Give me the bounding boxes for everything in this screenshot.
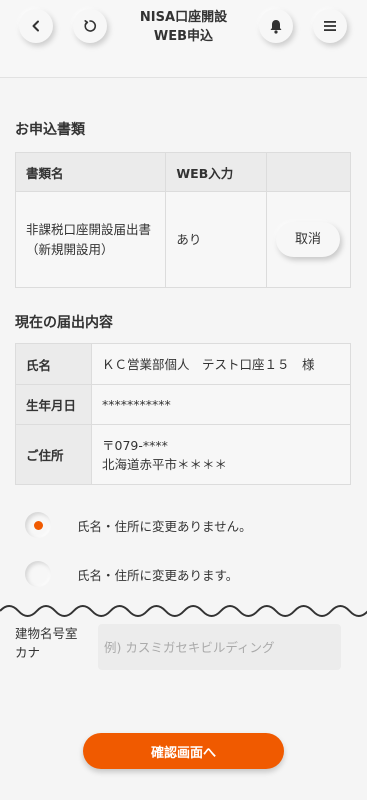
- has-change-label: 氏名・住所に変更あります。: [77, 567, 239, 583]
- address-label: ご住所: [15, 424, 92, 485]
- hamburger-menu-icon: [324, 21, 336, 31]
- col-header-action: [266, 152, 351, 192]
- table-row: 氏名 ＫＣ営業部個人 テスト口座１５ 様: [15, 343, 351, 385]
- doc-name-cell: 非課税口座開設届出書（新規開設用）: [14, 191, 167, 288]
- confirm-button[interactable]: 確認画面へ: [83, 733, 284, 769]
- menu-button[interactable]: [313, 9, 347, 43]
- building-kana-label: 建物名号室 カナ: [15, 626, 78, 660]
- has-change-option[interactable]: 氏名・住所に変更あります。: [25, 561, 238, 587]
- no-change-radio[interactable]: [25, 512, 51, 538]
- no-change-option[interactable]: 氏名・住所に変更ありません。: [25, 512, 252, 538]
- table-row: 生年月日 ***********: [15, 384, 351, 425]
- documents-table-header: 書類名 WEB入力: [14, 152, 351, 192]
- has-change-radio[interactable]: [25, 561, 51, 587]
- page-title: NISA口座開設 WEB申込: [139, 10, 228, 44]
- address-line: 北海道赤平市＊＊＊＊: [102, 456, 228, 472]
- app-header: NISA口座開設 WEB申込: [0, 0, 367, 78]
- chevron-left-icon: [32, 20, 39, 32]
- reload-button[interactable]: [73, 9, 107, 43]
- col-header-doc-name: 書類名: [14, 152, 167, 192]
- refresh-icon: [84, 20, 97, 32]
- documents-section-title: お申込書類: [15, 122, 85, 138]
- notification-button[interactable]: [259, 9, 293, 43]
- postal-code: 〒079-****: [102, 437, 168, 453]
- table-row: 非課税口座開設届出書（新規開設用） あり 取消: [14, 191, 351, 288]
- current-info-section-title: 現在の届出内容: [15, 315, 113, 331]
- col-header-web-input: WEB入力: [165, 152, 268, 192]
- birthdate-value: ***********: [91, 384, 351, 425]
- web-input-cell: あり: [165, 191, 268, 288]
- back-button[interactable]: [19, 9, 53, 43]
- wavy-divider: [0, 605, 367, 624]
- radio-selected-dot: [33, 520, 43, 530]
- table-row: ご住所 〒079-**** 北海道赤平市＊＊＊＊: [15, 424, 351, 485]
- name-label: 氏名: [15, 343, 92, 385]
- cancel-button[interactable]: 取消: [276, 222, 341, 257]
- documents-table: 書類名 WEB入力 非課税口座開設届出書（新規開設用） あり 取消: [14, 152, 351, 288]
- birthdate-label: 生年月日: [15, 384, 92, 425]
- address-value: 〒079-**** 北海道赤平市＊＊＊＊: [91, 424, 351, 485]
- name-value: ＫＣ営業部個人 テスト口座１５ 様: [91, 343, 351, 385]
- no-change-label: 氏名・住所に変更ありません。: [77, 518, 252, 534]
- current-info-table: 氏名 ＫＣ営業部個人 テスト口座１５ 様 生年月日 *********** ご住…: [15, 343, 351, 485]
- action-cell: 取消: [266, 191, 351, 288]
- bell-icon: [270, 19, 282, 34]
- building-kana-input[interactable]: [98, 624, 341, 670]
